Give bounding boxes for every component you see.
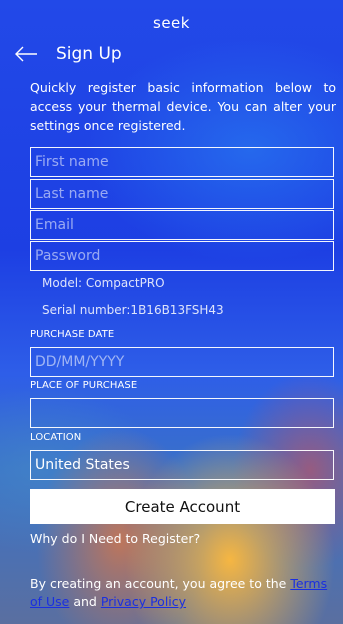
location-select[interactable]: United States	[30, 450, 334, 480]
arrow-left-icon[interactable]	[14, 44, 42, 64]
header: Sign Up	[14, 40, 122, 68]
purchase-date-field[interactable]	[30, 347, 334, 377]
device-model: Model: CompactPRO	[42, 276, 165, 290]
page-title: Sign Up	[56, 44, 122, 64]
create-account-button[interactable]: Create Account	[30, 489, 335, 524]
brand-logo: seek	[153, 14, 190, 32]
location-label: LOCATION	[30, 432, 82, 443]
legal-notice: By creating an account, you agree to the…	[30, 575, 336, 611]
last-name-field[interactable]	[30, 179, 334, 209]
intro-text: Quickly register basic information below…	[30, 80, 336, 133]
privacy-policy-link[interactable]: Privacy Policy	[101, 594, 186, 609]
legal-joiner: and	[69, 594, 101, 609]
place-of-purchase-label: PLACE OF PURCHASE	[30, 380, 138, 391]
device-serial-number: Serial number:1B16B13FSH43	[42, 303, 224, 317]
signup-screen: seek Sign Up Quickly register basic info…	[0, 0, 343, 624]
legal-prefix: By creating an account, you agree to the	[30, 576, 291, 591]
first-name-field[interactable]	[30, 147, 334, 177]
why-register-link[interactable]: Why do I Need to Register?	[30, 531, 200, 546]
purchase-date-label: PURCHASE DATE	[30, 329, 115, 340]
email-field[interactable]	[30, 210, 334, 240]
place-of-purchase-field[interactable]	[30, 398, 334, 428]
password-field[interactable]	[30, 241, 334, 271]
location-value: United States	[35, 457, 130, 473]
